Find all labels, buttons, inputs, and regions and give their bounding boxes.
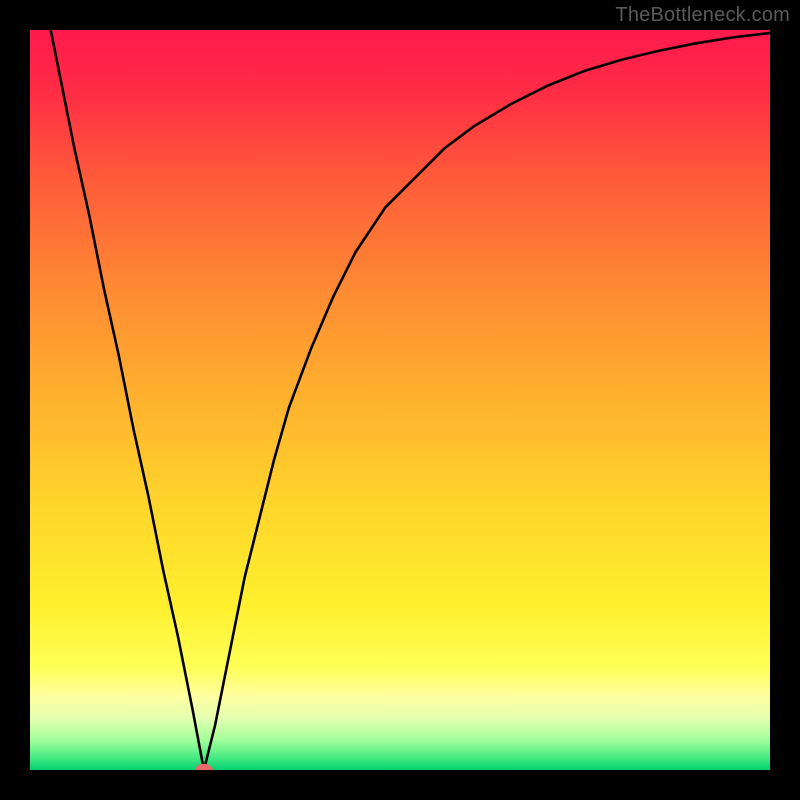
watermark-text: TheBottleneck.com [615, 4, 790, 27]
bottleneck-curve [30, 30, 770, 770]
chart-frame: TheBottleneck.com [0, 0, 800, 800]
min-marker-icon [195, 764, 213, 770]
curve-layer [30, 30, 770, 770]
plot-area [30, 30, 770, 770]
